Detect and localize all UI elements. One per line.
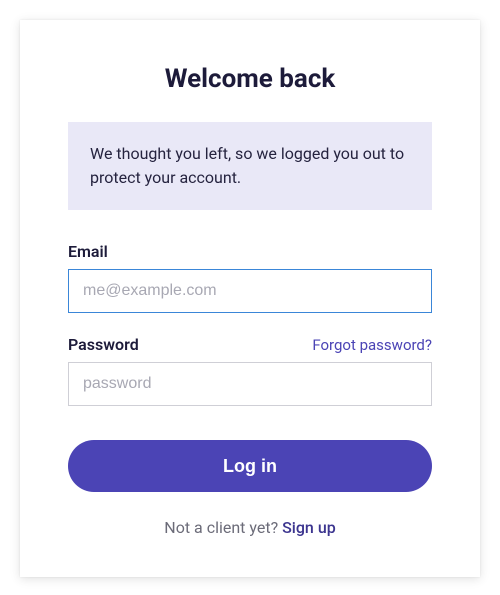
forgot-password-link[interactable]: Forgot password? bbox=[312, 336, 432, 354]
email-label: Email bbox=[68, 242, 108, 261]
login-button[interactable]: Log in bbox=[68, 440, 432, 492]
password-input[interactable] bbox=[68, 362, 432, 406]
password-field-group: Password Forgot password? bbox=[68, 335, 432, 406]
email-field-group: Email bbox=[68, 242, 432, 313]
page-title: Welcome back bbox=[68, 64, 432, 94]
signup-prompt-text: Not a client yet? bbox=[164, 518, 282, 537]
password-label: Password bbox=[68, 335, 139, 354]
login-card: Welcome back We thought you left, so we … bbox=[20, 20, 480, 577]
signup-link[interactable]: Sign up bbox=[282, 518, 336, 537]
signup-prompt: Not a client yet? Sign up bbox=[68, 518, 432, 537]
email-input[interactable] bbox=[68, 269, 432, 313]
logout-notice: We thought you left, so we logged you ou… bbox=[68, 122, 432, 210]
